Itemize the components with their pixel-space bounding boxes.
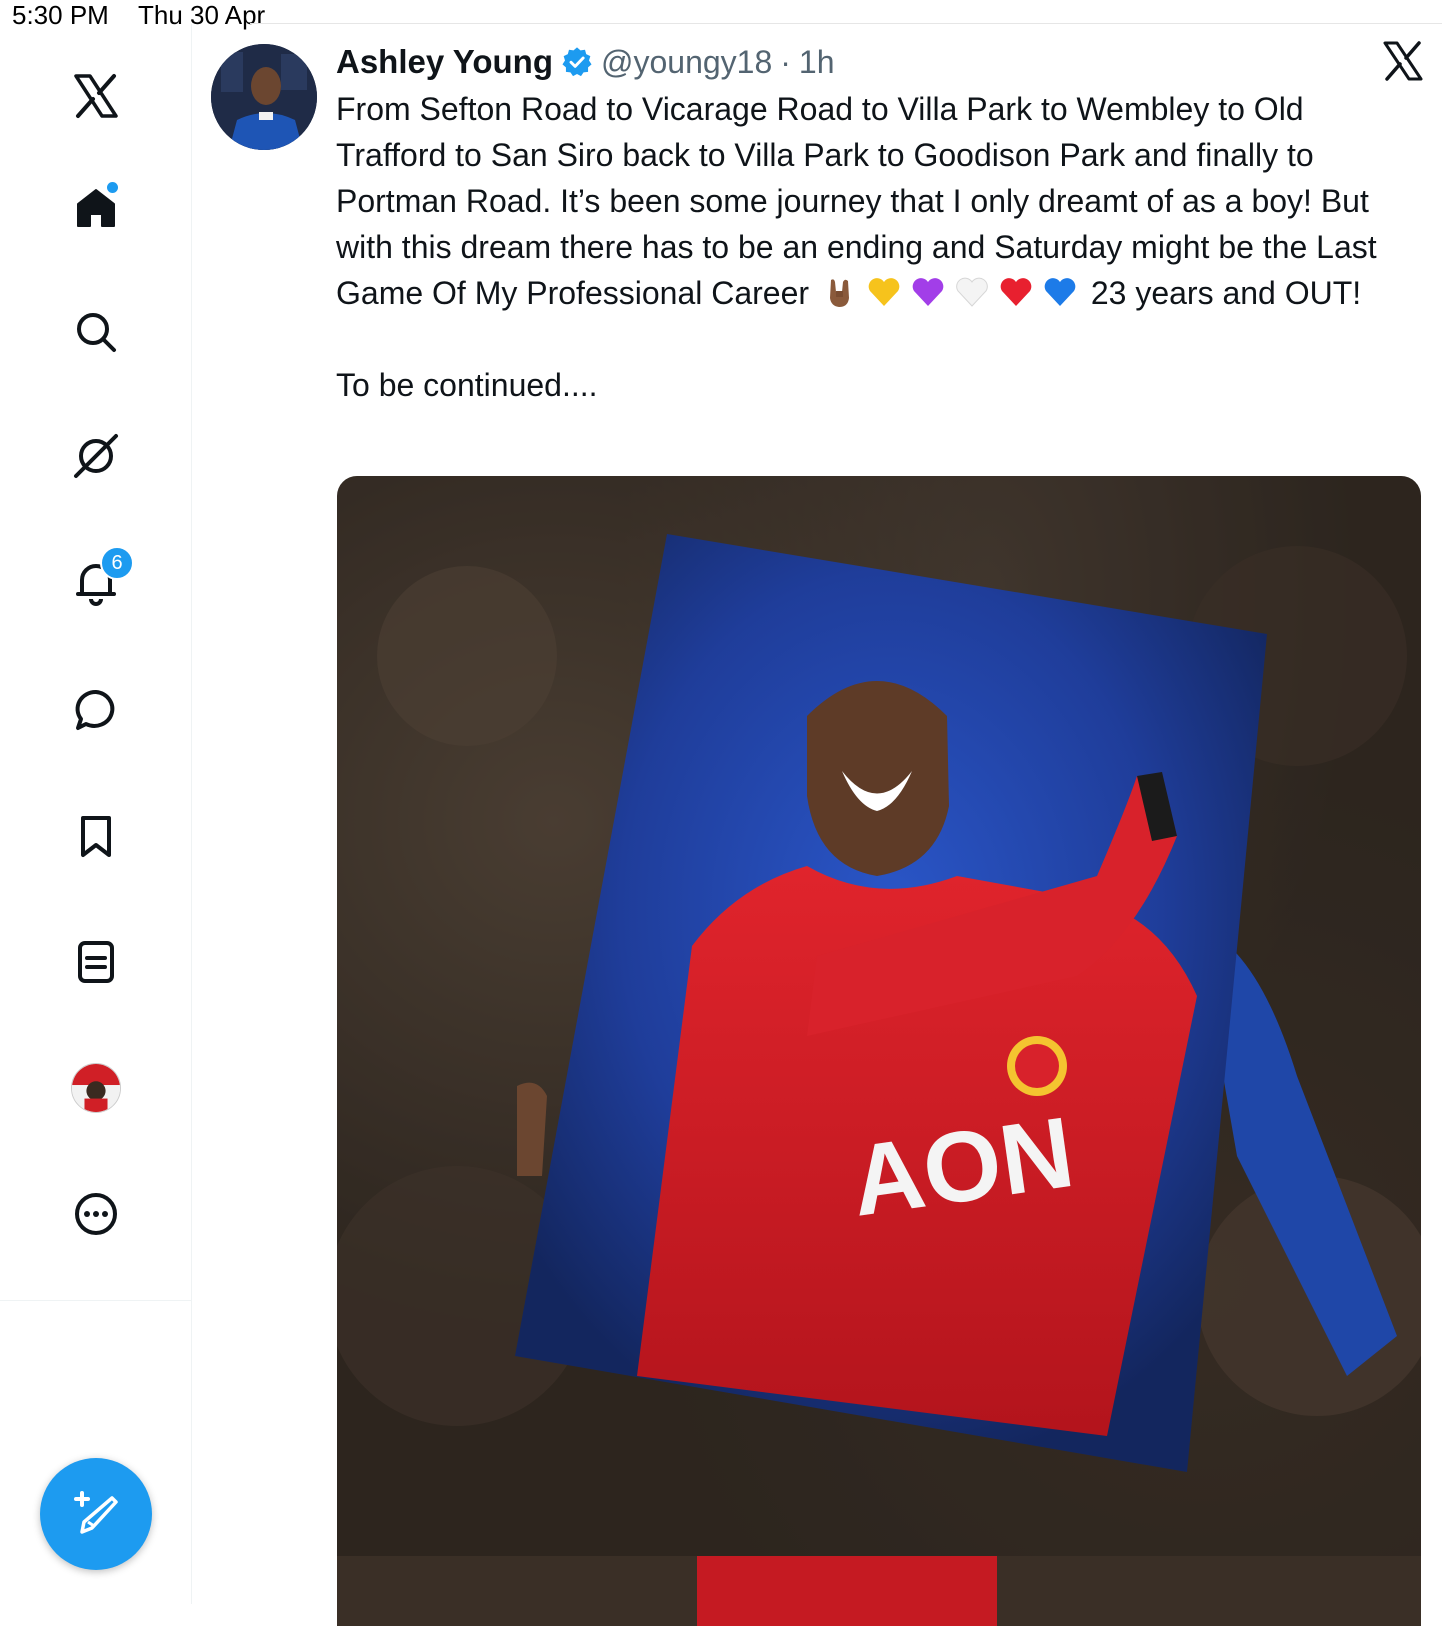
tweet[interactable]: Ashley Young @youngy18 · 1h From Sefton … bbox=[192, 24, 1442, 1626]
tweet-timestamp[interactable]: 1h bbox=[799, 44, 835, 81]
sidebar: 6 bbox=[0, 24, 192, 1604]
notifications-icon[interactable]: 6 bbox=[66, 546, 134, 612]
tweet-photo: AON bbox=[337, 476, 1421, 1626]
purple-heart-emoji-icon bbox=[912, 278, 944, 306]
red-heart-emoji-icon bbox=[1000, 278, 1032, 306]
lists-icon[interactable] bbox=[66, 932, 126, 992]
grok-glyph bbox=[74, 434, 118, 478]
profile-avatar-image bbox=[71, 1063, 121, 1113]
tweet-text-continued: To be continued.... bbox=[336, 367, 598, 403]
author-name[interactable]: Ashley Young bbox=[336, 43, 553, 81]
notification-badge: 6 bbox=[100, 546, 134, 580]
chat-bubble-glyph bbox=[75, 689, 115, 730]
profile-avatar[interactable] bbox=[66, 1058, 126, 1118]
sidebar-bottom-divider bbox=[0, 1300, 192, 1301]
home-icon[interactable] bbox=[66, 176, 126, 236]
search-glyph bbox=[77, 313, 116, 352]
tweet-text: From Sefton Road to Vicarage Road to Vil… bbox=[336, 86, 1416, 408]
yellow-heart-emoji-icon bbox=[868, 278, 900, 306]
grok-icon[interactable] bbox=[66, 426, 126, 486]
messages-icon[interactable] bbox=[66, 680, 126, 740]
header-separator: · bbox=[780, 43, 791, 80]
author-avatar-art bbox=[211, 44, 317, 150]
verified-badge-icon bbox=[562, 47, 592, 77]
blue-heart-emoji-icon bbox=[1044, 278, 1076, 306]
search-icon[interactable] bbox=[66, 302, 126, 362]
tweet-media-image[interactable]: AON bbox=[337, 476, 1421, 1626]
x-logo-icon[interactable] bbox=[66, 66, 126, 126]
x-logo-close-icon[interactable] bbox=[1382, 40, 1424, 82]
author-avatar[interactable] bbox=[211, 44, 317, 150]
more-icon[interactable] bbox=[66, 1184, 126, 1244]
tweet-header: Ashley Young @youngy18 · 1h bbox=[336, 40, 835, 84]
rock-hand-emoji-icon bbox=[829, 279, 849, 307]
compose-button[interactable] bbox=[40, 1458, 152, 1570]
bookmark-glyph bbox=[81, 816, 111, 857]
compose-plus-feather-icon bbox=[74, 1491, 118, 1534]
more-glyph bbox=[75, 1193, 117, 1235]
list-glyph bbox=[78, 941, 114, 983]
home-unread-dot bbox=[107, 182, 118, 193]
x-close-glyph bbox=[1383, 41, 1423, 81]
tweet-text-after-emojis: 23 years and OUT! bbox=[1090, 275, 1362, 311]
bookmarks-icon[interactable] bbox=[66, 806, 126, 866]
status-bar: 5:30 PM Thu 30 Apr bbox=[0, 0, 1442, 30]
author-handle[interactable]: @youngy18 bbox=[601, 44, 772, 81]
profile-avatar-art bbox=[72, 1064, 120, 1112]
x-logo-glyph bbox=[74, 74, 118, 118]
white-heart-emoji-icon bbox=[956, 277, 988, 307]
